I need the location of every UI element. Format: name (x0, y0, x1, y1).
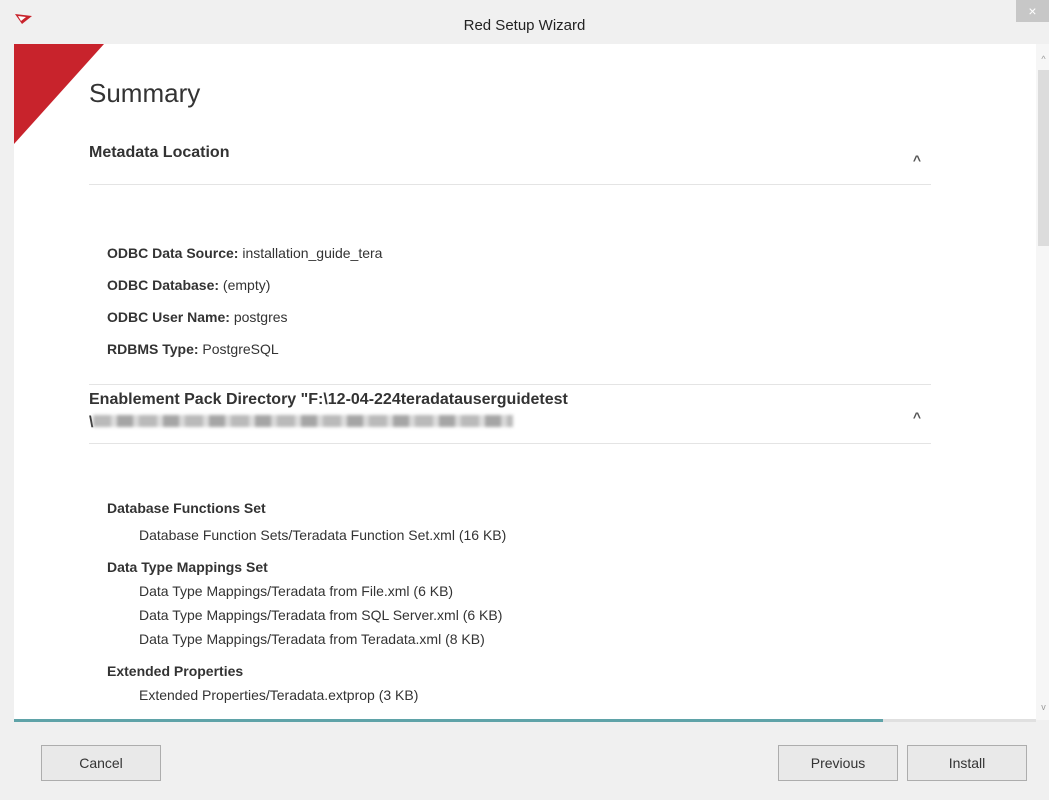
chevron-up-icon[interactable]: ^ (913, 152, 921, 168)
field-label: ODBC Data Source: (107, 245, 239, 261)
odbc-database-row: ODBC Database: (empty) (107, 277, 270, 293)
field-value: PostgreSQL (202, 341, 279, 357)
group-title: Database Functions Set (107, 500, 266, 516)
redacted-text (93, 415, 514, 427)
close-button[interactable]: × (1016, 0, 1049, 22)
field-value: installation_guide_tera (242, 245, 383, 261)
list-item: Extended Properties/Teradata.extprop (3 … (139, 687, 419, 703)
field-label: ODBC Database: (107, 277, 220, 293)
previous-button[interactable]: Previous (778, 745, 898, 781)
scroll-down-arrow-icon[interactable]: v (1038, 700, 1049, 714)
window-title: Red Setup Wizard (463, 17, 586, 34)
install-button[interactable]: Install (907, 745, 1027, 781)
field-value: postgres (233, 309, 288, 325)
title-bar: Red Setup Wizard × (0, 0, 1049, 49)
setup-wizard-window: Red Setup Wizard × ^ v Summary Metadata … (0, 0, 1049, 800)
scroll-up-arrow-icon[interactable]: ^ (1038, 52, 1049, 66)
list-item: Data Type Mappings/Teradata from File.xm… (139, 583, 454, 599)
chevron-up-icon[interactable]: ^ (913, 409, 921, 425)
odbc-user-name-row: ODBC User Name: postgres (107, 309, 288, 325)
odbc-data-source-row: ODBC Data Source: installation_guide_ter… (107, 245, 382, 261)
blurred-path: \ (89, 409, 931, 432)
section-title: Enablement Pack Directory "F:\12-04-224t… (89, 391, 568, 408)
group-title: Data Type Mappings Set (107, 559, 268, 575)
page-title: Summary (89, 78, 201, 108)
list-item: Data Type Mappings/Teradata from SQL Ser… (139, 607, 503, 623)
field-value: (empty) (222, 277, 271, 293)
scrollbar-thumb[interactable] (1038, 70, 1049, 246)
group-title: Extended Properties (107, 663, 244, 679)
list-item: Database Function Sets/Teradata Function… (139, 527, 507, 543)
metadata-location-header[interactable]: Metadata Location ^ (89, 144, 931, 185)
enablement-pack-header[interactable]: Enablement Pack Directory "F:\12-04-224t… (89, 384, 931, 444)
section-title: Metadata Location (89, 144, 230, 161)
field-label: ODBC User Name: (107, 309, 230, 325)
list-item: Data Type Mappings/Teradata from Teradat… (139, 631, 485, 647)
rdbms-type-row: RDBMS Type: PostgreSQL (107, 341, 279, 357)
field-label: RDBMS Type: (107, 341, 199, 357)
cancel-button[interactable]: Cancel (41, 745, 161, 781)
